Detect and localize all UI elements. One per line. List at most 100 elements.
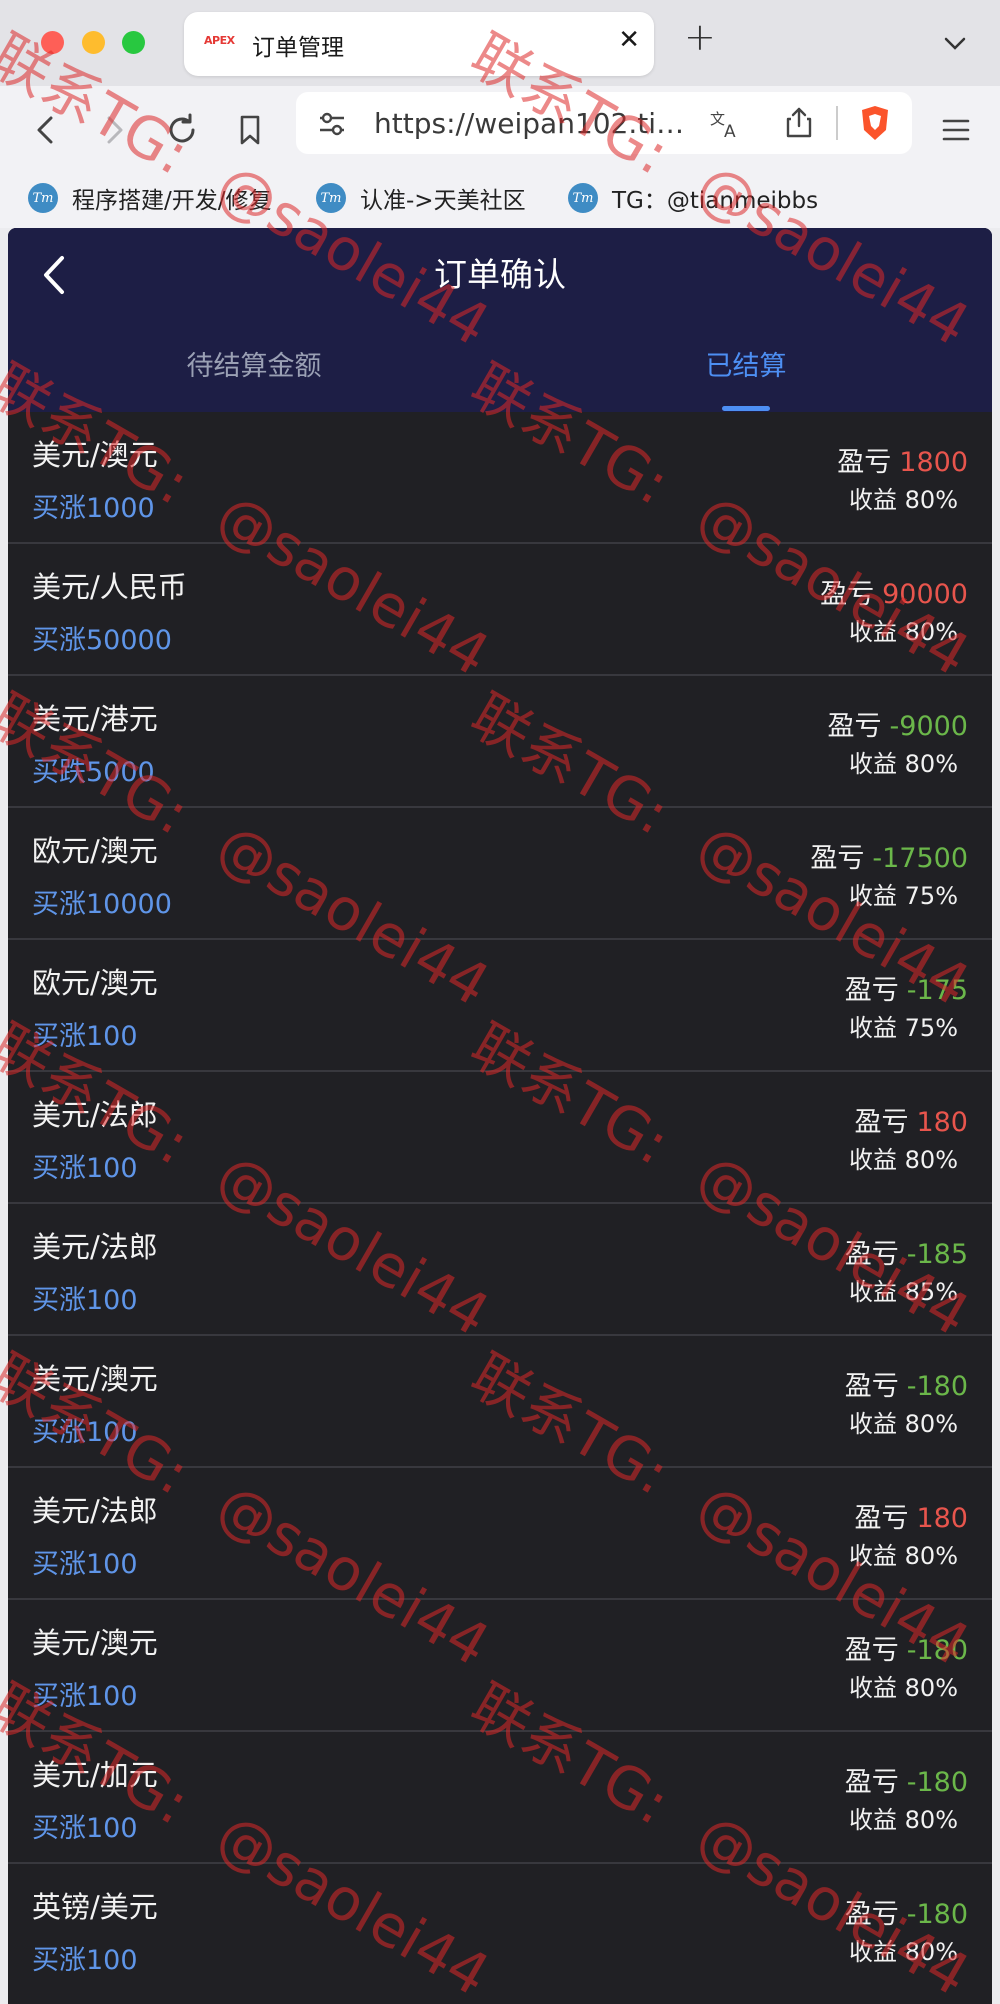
pnl-line: 盈亏 -185: [845, 1232, 968, 1271]
pnl-label: 盈亏: [854, 1503, 909, 1534]
pnl-value: -180: [906, 1899, 968, 1930]
apex-favicon-icon: APEX: [204, 34, 235, 47]
pnl-line: 盈亏 1800: [837, 440, 968, 479]
order-row[interactable]: 美元/澳元 买涨100 盈亏 -180 收益 80%: [8, 1336, 992, 1468]
order-row[interactable]: 英镑/美元 买涨100 盈亏 -180 收益 80%: [8, 1864, 992, 1996]
pnl-line: 盈亏 -175: [845, 968, 968, 1007]
currency-pair: 欧元/澳元: [32, 834, 158, 868]
pnl-label: 盈亏: [854, 1107, 909, 1138]
yield-value: 80%: [904, 1938, 958, 1966]
currency-pair: 英镑/美元: [32, 1890, 158, 1924]
currency-pair: 美元/法郎: [32, 1494, 158, 1528]
order-side: 买涨100: [32, 1021, 138, 1052]
yield-value: 80%: [904, 1674, 958, 1702]
new-tab-button[interactable]: +: [684, 18, 716, 56]
yield-line: 收益 80%: [849, 744, 958, 779]
reload-icon[interactable]: [162, 110, 202, 150]
back-arrow-icon[interactable]: [26, 110, 66, 150]
toolbar-divider: [836, 106, 838, 140]
order-row[interactable]: 美元/加元 买涨100 盈亏 -180 收益 80%: [8, 1732, 992, 1864]
url-text[interactable]: https://weipan102.timi...: [374, 107, 694, 140]
site-settings-icon[interactable]: [316, 108, 348, 140]
tab-pending[interactable]: 待结算金额: [8, 344, 500, 383]
pnl-value: 1800: [899, 447, 968, 478]
yield-label: 收益: [849, 1938, 898, 1966]
share-icon[interactable]: [782, 104, 816, 140]
order-row[interactable]: 美元/澳元 买涨100 盈亏 -180 收益 80%: [8, 1600, 992, 1732]
browser-toolbar: https://weipan102.timi... 文 A: [0, 86, 1000, 174]
translate-icon[interactable]: 文 A: [708, 106, 742, 140]
pnl-label: 盈亏: [837, 447, 892, 478]
yield-label: 收益: [849, 1410, 898, 1438]
order-side: 买涨100: [32, 1417, 138, 1448]
tab-title: 订单管理: [252, 35, 344, 61]
pnl-value: 180: [916, 1503, 968, 1534]
bookmark-label: TG：@tianmeibbs: [612, 188, 819, 214]
yield-line: 收益 80%: [849, 612, 958, 647]
pnl-label: 盈亏: [844, 1371, 899, 1402]
browser-titlebar: APEX 订单管理 ✕ +: [0, 0, 1000, 86]
window-zoom-button[interactable]: [122, 31, 145, 54]
bookmark-item[interactable]: Tm 认准->天美社区: [316, 178, 526, 218]
tianmei-icon: Tm: [568, 183, 598, 213]
currency-pair: 美元/澳元: [32, 1626, 158, 1660]
bookmarks-bar: Tm 程序搭建/开发/修复 Tm 认准->天美社区 Tm TG：@tianmei…: [0, 174, 1000, 228]
pnl-line: 盈亏 180: [854, 1100, 968, 1139]
order-row[interactable]: 美元/法郎 买涨100 盈亏 180 收益 80%: [8, 1468, 992, 1600]
browser-tab-active[interactable]: APEX 订单管理 ✕: [184, 12, 654, 76]
address-bar[interactable]: https://weipan102.timi... 文 A: [296, 92, 912, 154]
currency-pair: 美元/法郎: [32, 1230, 158, 1264]
yield-value: 80%: [904, 1806, 958, 1834]
order-row[interactable]: 美元/人民币 买涨50000 盈亏 90000 收益 80%: [8, 544, 992, 676]
order-row[interactable]: 美元/港元 买跌5000 盈亏 -9000 收益 80%: [8, 676, 992, 808]
app-viewport: 订单确认 待结算金额 已结算 美元/澳元 买涨1000 盈亏 1800 收益 80% 美元…: [8, 228, 992, 2004]
order-side: 买涨100: [32, 1813, 138, 1844]
order-row[interactable]: 美元/法郎 买涨100 盈亏 180 收益 80%: [8, 1072, 992, 1204]
yield-line: 收益 80%: [849, 1932, 958, 1967]
tab-settled[interactable]: 已结算: [500, 344, 992, 383]
order-row[interactable]: 欧元/澳元 买涨100 盈亏 -175 收益 75%: [8, 940, 992, 1072]
yield-label: 收益: [849, 750, 898, 778]
order-row[interactable]: 欧元/澳元 买涨10000 盈亏 -17500 收益 75%: [8, 808, 992, 940]
yield-line: 收益 80%: [849, 1668, 958, 1703]
yield-label: 收益: [849, 1542, 898, 1570]
yield-line: 收益 85%: [849, 1272, 958, 1307]
bookmark-item[interactable]: Tm 程序搭建/开发/修复: [28, 178, 272, 218]
yield-value: 75%: [904, 882, 958, 910]
pnl-value: -180: [906, 1635, 968, 1666]
tianmei-icon: Tm: [28, 183, 58, 213]
order-tabs: 待结算金额 已结算: [8, 344, 992, 412]
app-header: 订单确认 待结算金额 已结算: [8, 228, 992, 412]
yield-line: 收益 75%: [849, 876, 958, 911]
pnl-label: 盈亏: [844, 1635, 899, 1666]
yield-line: 收益 80%: [849, 480, 958, 515]
currency-pair: 美元/加元: [32, 1758, 158, 1792]
pnl-value: -9000: [889, 711, 968, 742]
order-side: 买涨100: [32, 1153, 138, 1184]
order-side: 买跌5000: [32, 757, 155, 788]
chevron-down-icon[interactable]: [940, 28, 970, 58]
pnl-value: 90000: [882, 579, 968, 610]
brave-shield-icon[interactable]: [858, 104, 892, 142]
currency-pair: 美元/澳元: [32, 438, 158, 472]
tab-close-icon[interactable]: ✕: [618, 25, 640, 55]
bookmark-icon[interactable]: [230, 110, 270, 150]
forward-arrow-icon[interactable]: [94, 110, 134, 150]
menu-hamburger-icon[interactable]: [936, 110, 976, 150]
pnl-line: 盈亏 -17500: [810, 836, 968, 875]
yield-label: 收益: [849, 1146, 898, 1174]
order-side: 买涨100: [32, 1285, 138, 1316]
currency-pair: 美元/法郎: [32, 1098, 158, 1132]
order-row[interactable]: 美元/法郎买涨100 盈亏 -185 收益 85%: [8, 1204, 992, 1336]
pnl-line: 盈亏 -9000: [828, 704, 968, 743]
order-side: 买涨100: [32, 1945, 138, 1976]
yield-line: 收益 80%: [849, 1404, 958, 1439]
order-row[interactable]: 美元/澳元 买涨1000 盈亏 1800 收益 80%: [8, 412, 992, 544]
window-minimize-button[interactable]: [82, 31, 105, 54]
yield-value: 80%: [904, 618, 958, 646]
bookmark-item[interactable]: Tm TG：@tianmeibbs: [568, 178, 818, 218]
yield-label: 收益: [849, 1806, 898, 1834]
yield-value: 80%: [904, 1542, 958, 1570]
pnl-label: 盈亏: [820, 579, 875, 610]
window-close-button[interactable]: [41, 31, 64, 54]
